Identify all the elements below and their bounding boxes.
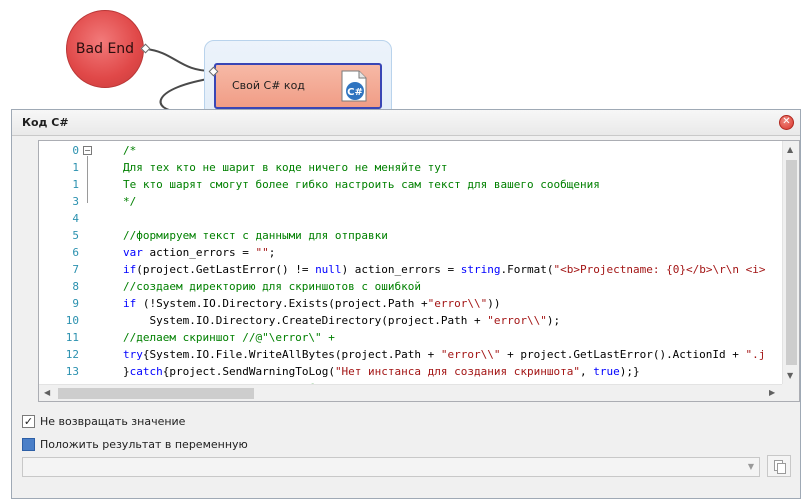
horizontal-scrollbar[interactable]: ◀ ▶ <box>39 384 783 401</box>
code-token: , <box>579 365 594 378</box>
fold-toggle-icon[interactable]: − <box>83 146 92 155</box>
code-token: (!System.IO.Directory.Exists(project.Pat… <box>136 297 428 310</box>
save-result-option[interactable]: Положить результат в переменную <box>22 435 248 453</box>
code-line: }catch{project.SendWarningToLog("Нет инс… <box>123 363 640 380</box>
csharp-code-dialog: Код C# ✕ 01134567891011121314− /*Для тех… <box>11 109 801 499</box>
scroll-left-icon[interactable]: ◀ <box>44 388 50 397</box>
dialog-title: Код C# <box>22 116 69 129</box>
line-number: 9 <box>72 297 79 310</box>
scroll-up-icon[interactable]: ▲ <box>787 145 793 154</box>
code-token: try <box>123 348 143 361</box>
code-token: //формируем текст с данными для отправки <box>123 229 388 242</box>
code-token: ; <box>268 246 276 259</box>
code-token: var <box>123 246 143 259</box>
action-label: Свой C# код <box>232 79 305 92</box>
code-token: "error\\" <box>427 297 488 310</box>
code-token: + project.GetLastError().ActionId + <box>500 348 746 361</box>
code-area[interactable]: /* Для тех кто не шарит в коде ничего не … <box>123 141 773 385</box>
save-result-label: Положить результат в переменную <box>40 437 248 451</box>
line-number-gutter: 01134567891011121314− <box>39 141 111 395</box>
code-line: System.IO.Directory.CreateDirectory(proj… <box>123 312 560 329</box>
code-token: action_errors = <box>142 246 256 259</box>
line-number: 13 <box>65 365 79 378</box>
code-line: var action_errors = ""; <box>123 244 275 261</box>
code-line: //делаем скриншот //@"\error\" + <box>123 329 335 346</box>
horizontal-scroll-thumb[interactable] <box>58 388 254 399</box>
code-token: if <box>123 263 137 276</box>
code-line: try{System.IO.File.WriteAllBytes(project… <box>123 346 765 363</box>
line-number: 0 <box>72 144 79 157</box>
code-line: if (!System.IO.Directory.Exists(project.… <box>123 295 501 312</box>
line-number: 11 <box>65 331 79 344</box>
code-token: )) <box>487 297 501 310</box>
vertical-scrollbar[interactable]: ▲ ▼ <box>782 141 799 385</box>
code-token: {project.SendWarningToLog( <box>162 365 335 378</box>
line-number: 12 <box>65 348 79 361</box>
code-token: "Нет инстанса для создания скриншота" <box>334 365 580 378</box>
line-number: 7 <box>72 263 79 276</box>
code-token: {System.IO.File.WriteAllBytes(project.Pa… <box>142 348 441 361</box>
code-token: Для тех кто не шарит в коде ничего не ме… <box>123 161 448 174</box>
line-number: 1 <box>72 178 79 191</box>
bad-end-node[interactable]: Bad End <box>66 10 144 88</box>
line-number: 10 <box>65 314 79 327</box>
csharp-file-icon: C# <box>341 70 367 102</box>
line-number: 1 <box>72 161 79 174</box>
code-token: (project.GetLastError() != <box>136 263 316 276</box>
code-token: true <box>593 365 620 378</box>
close-icon[interactable]: ✕ <box>779 115 794 130</box>
code-token: ".j <box>745 348 766 361</box>
code-token: string <box>460 263 501 276</box>
project-canvas[interactable]: Bad End Свой C# код C# <box>0 0 801 120</box>
line-number: 5 <box>72 229 79 242</box>
code-token: "error\\" <box>440 348 501 361</box>
scroll-corner <box>782 384 799 401</box>
code-token: "<b>Projectname: {0}</b>\r\n <i> <box>553 263 766 276</box>
variable-select[interactable]: ▼ <box>22 457 760 477</box>
bad-end-label: Bad End <box>75 41 135 57</box>
code-token: null <box>315 263 342 276</box>
copy-button[interactable] <box>767 455 791 477</box>
scroll-right-icon[interactable]: ▶ <box>769 388 775 397</box>
dialog-titlebar[interactable]: Код C# ✕ <box>12 110 800 136</box>
code-token: ) action_errors = <box>341 263 461 276</box>
code-token: "" <box>255 246 269 259</box>
chevron-down-icon[interactable]: ▼ <box>743 458 759 476</box>
line-number: 6 <box>72 246 79 259</box>
code-line: if(project.GetLastError() != null) actio… <box>123 261 765 278</box>
code-editor[interactable]: 01134567891011121314− /*Для тех кто не ш… <box>38 140 800 402</box>
code-token: */ <box>123 195 137 208</box>
vertical-scroll-thumb[interactable] <box>786 160 797 365</box>
code-token: if <box>123 297 137 310</box>
line-number: 4 <box>72 212 79 225</box>
code-token: Те кто шарят смогут более гибко настроит… <box>123 178 600 191</box>
code-token: } <box>123 365 130 378</box>
code-line: Те кто шарят смогут более гибко настроит… <box>123 176 600 193</box>
svg-text:C#: C# <box>347 87 363 98</box>
line-number: 3 <box>72 195 79 208</box>
fold-guide <box>87 156 88 203</box>
code-token: ); <box>546 314 561 327</box>
code-line: //создаем директорию для скриншотов с ош… <box>123 278 421 295</box>
no-return-label: Не возвращать значение <box>40 414 186 428</box>
code-token: .Format( <box>500 263 554 276</box>
custom-csharp-action-node[interactable]: Свой C# код C# <box>214 63 382 109</box>
no-return-option[interactable]: ✓ Не возвращать значение <box>22 412 185 430</box>
code-token: );} <box>619 365 640 378</box>
code-line: Для тех кто не шарит в коде ничего не ме… <box>123 159 448 176</box>
no-return-checkbox[interactable]: ✓ <box>22 414 35 428</box>
code-token: /* <box>123 144 137 157</box>
scroll-down-icon[interactable]: ▼ <box>787 371 793 380</box>
code-token: //делаем скриншот //@"\error\" + <box>123 331 335 344</box>
code-token: //создаем директорию для скриншотов с ош… <box>123 280 422 293</box>
line-number: 8 <box>72 280 79 293</box>
save-result-checkbox[interactable] <box>22 437 35 451</box>
code-token: System.IO.Directory.CreateDirectory(proj… <box>123 314 488 327</box>
code-line: //формируем текст с данными для отправки <box>123 227 388 244</box>
code-token: "error\\" <box>487 314 547 327</box>
code-token: catch <box>129 365 163 378</box>
code-line: /* <box>123 142 136 159</box>
code-line: */ <box>123 193 136 210</box>
